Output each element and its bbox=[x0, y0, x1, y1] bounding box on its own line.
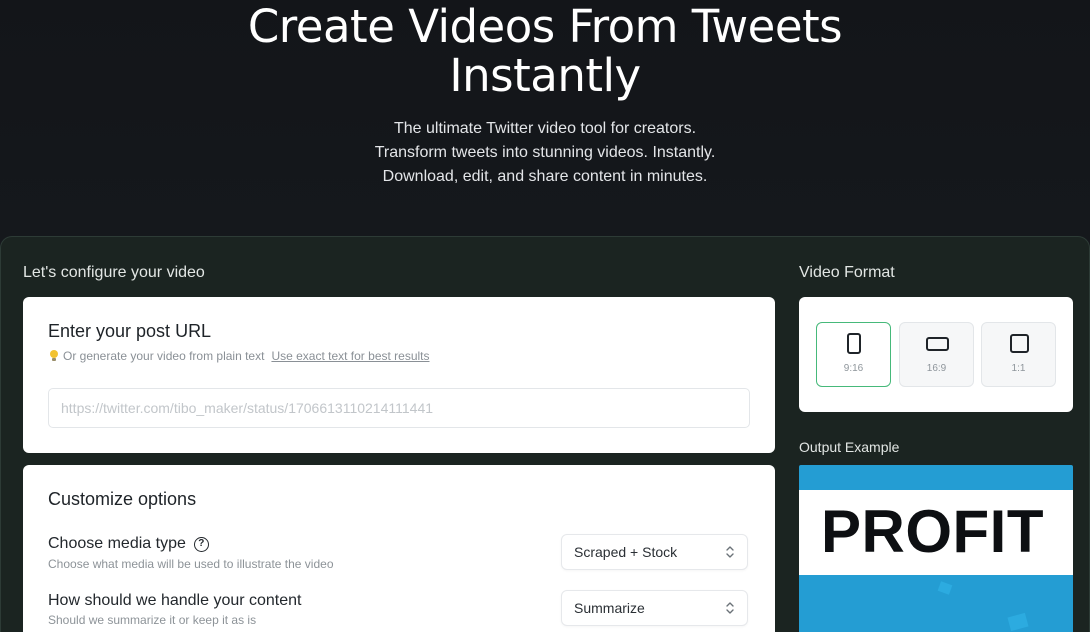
content-handling-value: Summarize bbox=[574, 600, 645, 616]
lightbulb-icon bbox=[49, 350, 59, 362]
format-option-9-16[interactable]: 9:16 bbox=[816, 322, 891, 387]
configure-section-label: Let's configure your video bbox=[23, 264, 205, 281]
hero-title-line-2: Instantly bbox=[449, 49, 641, 102]
hero-subtitle-line: The ultimate Twitter video tool for crea… bbox=[393, 120, 697, 137]
hero-section: Create Videos From Tweets Instantly The … bbox=[0, 0, 1090, 236]
portrait-icon bbox=[847, 333, 861, 354]
chevron-up-down-icon bbox=[726, 602, 734, 614]
post-url-title: Enter your post URL bbox=[48, 321, 212, 341]
preview-decoration bbox=[1007, 612, 1029, 632]
chevron-up-down-icon bbox=[726, 546, 734, 558]
preview-caption-band: PROFIT bbox=[799, 490, 1073, 575]
hero-title: Create Videos From Tweets Instantly bbox=[0, 2, 1090, 100]
format-label: 16:9 bbox=[926, 363, 947, 374]
output-example-preview: PROFIT bbox=[799, 465, 1073, 632]
media-type-value: Scraped + Stock bbox=[574, 544, 678, 560]
format-label: 1:1 bbox=[1011, 363, 1026, 374]
hero-title-line-1: Create Videos From Tweets bbox=[247, 0, 843, 53]
preview-decoration bbox=[937, 581, 953, 595]
output-example-label: Output Example bbox=[799, 439, 900, 455]
square-icon bbox=[1010, 334, 1029, 353]
media-type-label: Choose media type bbox=[48, 535, 186, 552]
content-handling-select[interactable]: Summarize bbox=[561, 590, 748, 626]
landscape-icon bbox=[926, 337, 949, 351]
content-handling-label-row: How should we handle your content bbox=[48, 592, 302, 610]
hero-subtitle: The ultimate Twitter video tool for crea… bbox=[0, 117, 1090, 189]
hint-text: Or generate your video from plain text bbox=[63, 349, 265, 363]
customize-options-card: Customize options Choose media type ? Ch… bbox=[23, 465, 775, 632]
hero-subtitle-line: Transform tweets into stunning videos. I… bbox=[374, 144, 716, 161]
media-type-label-row: Choose media type ? bbox=[48, 535, 209, 553]
format-option-16-9[interactable]: 16:9 bbox=[899, 322, 974, 387]
video-format-label: Video Format bbox=[799, 264, 895, 281]
exact-text-link[interactable]: Use exact text for best results bbox=[271, 349, 429, 363]
post-url-card: Enter your post URL Or generate your vid… bbox=[23, 297, 775, 453]
format-option-1-1[interactable]: 1:1 bbox=[981, 322, 1056, 387]
plain-text-hint: Or generate your video from plain text U… bbox=[49, 349, 430, 363]
content-handling-label: How should we handle your content bbox=[48, 592, 302, 609]
hero-subtitle-line: Download, edit, and share content in min… bbox=[382, 168, 708, 185]
help-icon[interactable]: ? bbox=[193, 536, 209, 552]
format-label: 9:16 bbox=[843, 363, 864, 374]
preview-caption-text: PROFIT bbox=[821, 498, 1044, 565]
media-type-select[interactable]: Scraped + Stock bbox=[561, 534, 748, 570]
content-handling-description: Should we summarize it or keep it as is bbox=[48, 613, 257, 627]
media-type-description: Choose what media will be used to illust… bbox=[48, 557, 334, 571]
post-url-input[interactable] bbox=[48, 388, 750, 428]
customize-options-title: Customize options bbox=[48, 489, 197, 509]
video-format-card: 9:16 16:9 1:1 bbox=[799, 297, 1073, 412]
